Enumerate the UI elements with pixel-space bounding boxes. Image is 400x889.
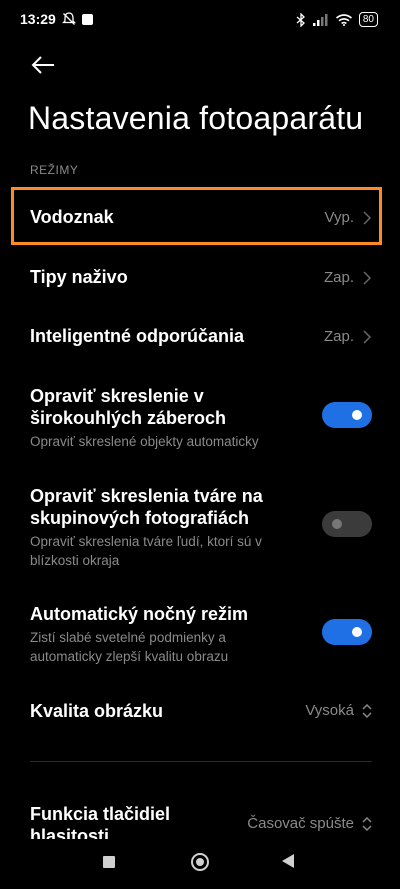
live-tips-row[interactable]: Tipy naživo Zap.	[30, 266, 372, 288]
row-value: Zap.	[323, 328, 354, 345]
wifi-icon	[335, 13, 352, 26]
wide-distortion-row[interactable]: Opraviť skreslenie v širokouhlých zábero…	[30, 385, 372, 451]
updown-chevron-icon	[362, 816, 372, 831]
home-circle-icon[interactable]	[191, 853, 209, 871]
divider	[30, 761, 372, 762]
row-title: Tipy naživo	[30, 267, 128, 287]
signal-icon	[312, 13, 328, 26]
bell-muted-icon	[62, 12, 76, 25]
updown-chevron-icon	[362, 703, 372, 718]
section-label: REŽIMY	[30, 163, 79, 177]
smart-suggestions-row[interactable]: Inteligentné odporúčania Zap.	[30, 325, 372, 347]
row-subtitle: Opraviť skreslené objekty automaticky	[30, 434, 259, 449]
chevron-right-icon	[363, 329, 372, 344]
row-title: Automatický nočný režim	[30, 604, 249, 624]
navigation-bar	[0, 839, 400, 889]
row-subtitle: Zistí slabé svetelné podmienky a automat…	[30, 630, 229, 664]
back-arrow-icon[interactable]	[30, 52, 56, 78]
chevron-right-icon	[363, 210, 372, 225]
chevron-right-icon	[363, 270, 372, 285]
page-title: Nastavenia fotoaparátu	[28, 100, 364, 136]
row-title: Vodoznak	[30, 207, 114, 227]
night-mode-row[interactable]: Automatický nočný režim Zistí slabé svet…	[30, 603, 372, 666]
face-distortion-row[interactable]: Opraviť skreslenia tváre na skupinových …	[30, 485, 372, 570]
row-title: Inteligentné odporúčania	[30, 326, 245, 346]
row-value: Zap.	[323, 269, 354, 286]
battery-indicator: 80	[358, 12, 378, 27]
wide-distortion-toggle[interactable]	[322, 402, 372, 428]
face-distortion-toggle[interactable]	[322, 511, 372, 537]
notification-icon	[82, 13, 93, 25]
bluetooth-icon	[296, 12, 305, 27]
row-value: Vysoká	[305, 702, 354, 719]
row-value: Vyp.	[324, 209, 354, 226]
watermark-row[interactable]: Vodoznak Vyp.	[30, 206, 372, 228]
row-value: Časovač spúšte	[247, 815, 354, 832]
night-mode-toggle[interactable]	[322, 619, 372, 645]
back-triangle-icon[interactable]	[282, 854, 294, 868]
image-quality-row[interactable]: Kvalita obrázku Vysoká	[30, 700, 372, 722]
row-subtitle: Opraviť skreslenia tváre ľudí, ktorí sú …	[30, 534, 262, 568]
status-bar: 13:29 80	[0, 0, 400, 40]
row-title: Opraviť skreslenie v širokouhlých zábero…	[30, 386, 227, 428]
status-time: 13:29	[20, 11, 56, 27]
row-title: Opraviť skreslenia tváre na skupinových …	[30, 486, 263, 528]
recents-square-icon[interactable]	[103, 856, 115, 868]
